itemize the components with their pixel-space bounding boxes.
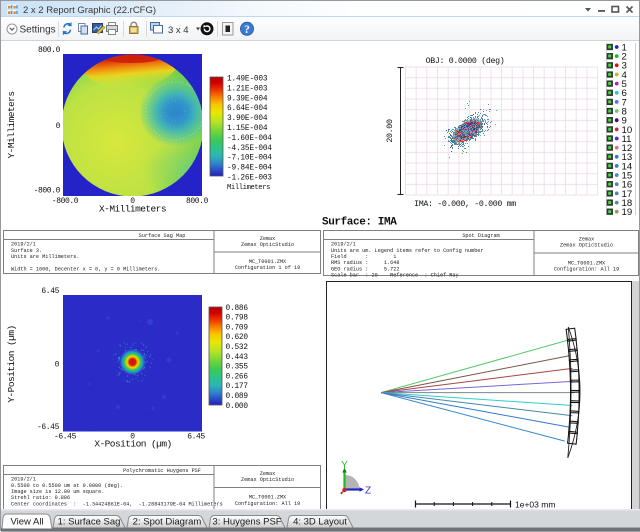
svg-text:Units are um. Legend items ref: Units are um. Legend items refer to Conf… — [331, 248, 484, 254]
svg-text:3.90E-004: 3.90E-004 — [227, 115, 268, 123]
svg-text:1.15E-004: 1.15E-004 — [227, 125, 268, 133]
svg-text:1e+03 mm: 1e+03 mm — [515, 500, 555, 510]
svg-text:19: 19 — [622, 207, 633, 218]
svg-text:3: Huygens PSF: 3: Huygens PSF — [212, 517, 281, 528]
svg-text:Polychromatic Huygens PSF: Polychromatic Huygens PSF — [123, 468, 201, 474]
svg-text:GEO radius : 5.722: GEO radius : 5.722 — [331, 266, 400, 272]
svg-text:-4.35E-004: -4.35E-004 — [227, 145, 272, 153]
svg-text:MC_T0001.ZMX: MC_T0001.ZMX — [249, 259, 287, 265]
svg-text:Z: Z — [365, 486, 371, 497]
svg-text:3 x 4: 3 x 4 — [168, 25, 189, 36]
svg-text:Surface 3.: Surface 3. — [11, 248, 42, 254]
svg-text:Width = 1600, Decenter x = 0,: Width = 1600, Decenter x = 0, y = 0 Mill… — [11, 266, 160, 272]
svg-text:0.089: 0.089 — [226, 393, 249, 401]
svg-text:6.64E-004: 6.64E-004 — [227, 105, 268, 113]
svg-text:Y-Position (µm): Y-Position (µm) — [6, 325, 17, 402]
svg-text:-6.45: -6.45 — [54, 433, 77, 442]
svg-text:0.798: 0.798 — [226, 315, 249, 323]
svg-text:?: ? — [244, 24, 250, 36]
svg-text:6.45: 6.45 — [41, 287, 59, 296]
svg-text:0.443: 0.443 — [226, 354, 249, 362]
svg-text:Field : 1: Field : 1 — [331, 254, 396, 260]
svg-text:X-Millimeters: X-Millimeters — [99, 204, 166, 215]
svg-text:800.0: 800.0 — [186, 197, 209, 206]
svg-text:20.00: 20.00 — [386, 119, 395, 143]
svg-text:Zemax: Zemax — [579, 236, 595, 242]
svg-text:2019/2/1: 2019/2/1 — [11, 242, 36, 248]
svg-text:4: 3D Layout: 4: 3D Layout — [293, 517, 347, 528]
svg-text:Strehl ratio: 0.886: Strehl ratio: 0.886 — [11, 495, 70, 501]
svg-text:0.709: 0.709 — [226, 324, 249, 332]
svg-text:Y: Y — [341, 460, 348, 471]
svg-text:Zemax OpticStudio: Zemax OpticStudio — [241, 242, 294, 248]
svg-text:Configuration: All 19: Configuration: All 19 — [235, 501, 300, 507]
svg-text:-7.10E-004: -7.10E-004 — [227, 155, 272, 163]
svg-text:2: Spot Diagram: 2: Spot Diagram — [133, 517, 202, 528]
svg-text:Surface Sag Map: Surface Sag Map — [139, 233, 186, 239]
svg-text:2019/2/1: 2019/2/1 — [331, 242, 356, 248]
svg-text:View All: View All — [10, 517, 43, 528]
svg-text:Configuration 1 of 19: Configuration 1 of 19 — [235, 265, 300, 271]
svg-text:Scale bar : 20 Reference: Scale bar : 20 Reference : Chief Ray — [331, 272, 459, 278]
svg-text:-1.60E-004: -1.60E-004 — [227, 135, 272, 143]
svg-text:0.000: 0.000 — [226, 403, 249, 411]
svg-text:0.177: 0.177 — [226, 383, 249, 391]
svg-text:Zemax: Zemax — [260, 471, 276, 477]
svg-text:Image size is 12.80 um square.: Image size is 12.80 um square. — [11, 489, 104, 495]
svg-text:0.5500 to 0.5500 um at 0.0000: 0.5500 to 0.5500 um at 0.0000 (deg). — [11, 483, 123, 489]
svg-text:0: 0 — [56, 122, 61, 131]
svg-text:0.266: 0.266 — [226, 373, 249, 381]
svg-text:0.886: 0.886 — [226, 305, 249, 313]
svg-text:0: 0 — [55, 361, 60, 370]
svg-text:2019/2/1: 2019/2/1 — [11, 477, 36, 483]
svg-text:1.49E-003: 1.49E-003 — [227, 76, 268, 84]
svg-text:-6.45: -6.45 — [37, 423, 60, 432]
svg-text:Y-Millimeters: Y-Millimeters — [6, 92, 17, 159]
svg-text:0.620: 0.620 — [226, 334, 249, 342]
svg-text:Zemax OpticStudio: Zemax OpticStudio — [241, 477, 294, 483]
svg-text:Spot Diagram: Spot Diagram — [462, 233, 499, 239]
svg-text:Units are Millimeters.: Units are Millimeters. — [11, 254, 80, 260]
svg-text:1.21E-003: 1.21E-003 — [227, 85, 268, 93]
svg-text:Center coordinates : -1.3442: Center coordinates : -1.34424861E-04, -1… — [11, 501, 223, 507]
svg-text:Zemax OpticStudio: Zemax OpticStudio — [560, 243, 613, 249]
svg-text:MC_T0001.ZMX: MC_T0001.ZMX — [568, 260, 606, 266]
svg-text:Millimeters: Millimeters — [227, 184, 270, 192]
svg-text:-800.0: -800.0 — [34, 187, 61, 196]
svg-text:-800.0: -800.0 — [52, 197, 79, 206]
svg-text:-1.26E-003: -1.26E-003 — [227, 175, 272, 183]
svg-text:Configuration: All 19: Configuration: All 19 — [554, 267, 619, 273]
svg-text:1: Surface Sag: 1: Surface Sag — [58, 517, 121, 528]
svg-text:IMA: -0.000, -0.000 mm: IMA: -0.000, -0.000 mm — [414, 200, 516, 209]
svg-text:MC_T0001.ZMX: MC_T0001.ZMX — [249, 495, 287, 501]
svg-text:RMS radius : 1.648: RMS radius : 1.648 — [331, 260, 400, 266]
svg-text:9.39E-004: 9.39E-004 — [227, 95, 268, 103]
svg-text:-9.84E-004: -9.84E-004 — [227, 165, 272, 173]
svg-text:X-Position (µm): X-Position (µm) — [94, 439, 171, 450]
svg-text:0.532: 0.532 — [226, 344, 249, 352]
svg-text:Settings: Settings — [20, 25, 56, 36]
svg-text:6.45: 6.45 — [187, 433, 205, 442]
svg-text:800.0: 800.0 — [38, 46, 61, 55]
svg-text:0.355: 0.355 — [226, 364, 249, 372]
svg-text:Surface: IMA: Surface: IMA — [322, 217, 397, 229]
svg-text:Zemax: Zemax — [260, 236, 276, 242]
svg-text:OBJ: 0.0000 (deg): OBJ: 0.0000 (deg) — [426, 56, 505, 66]
